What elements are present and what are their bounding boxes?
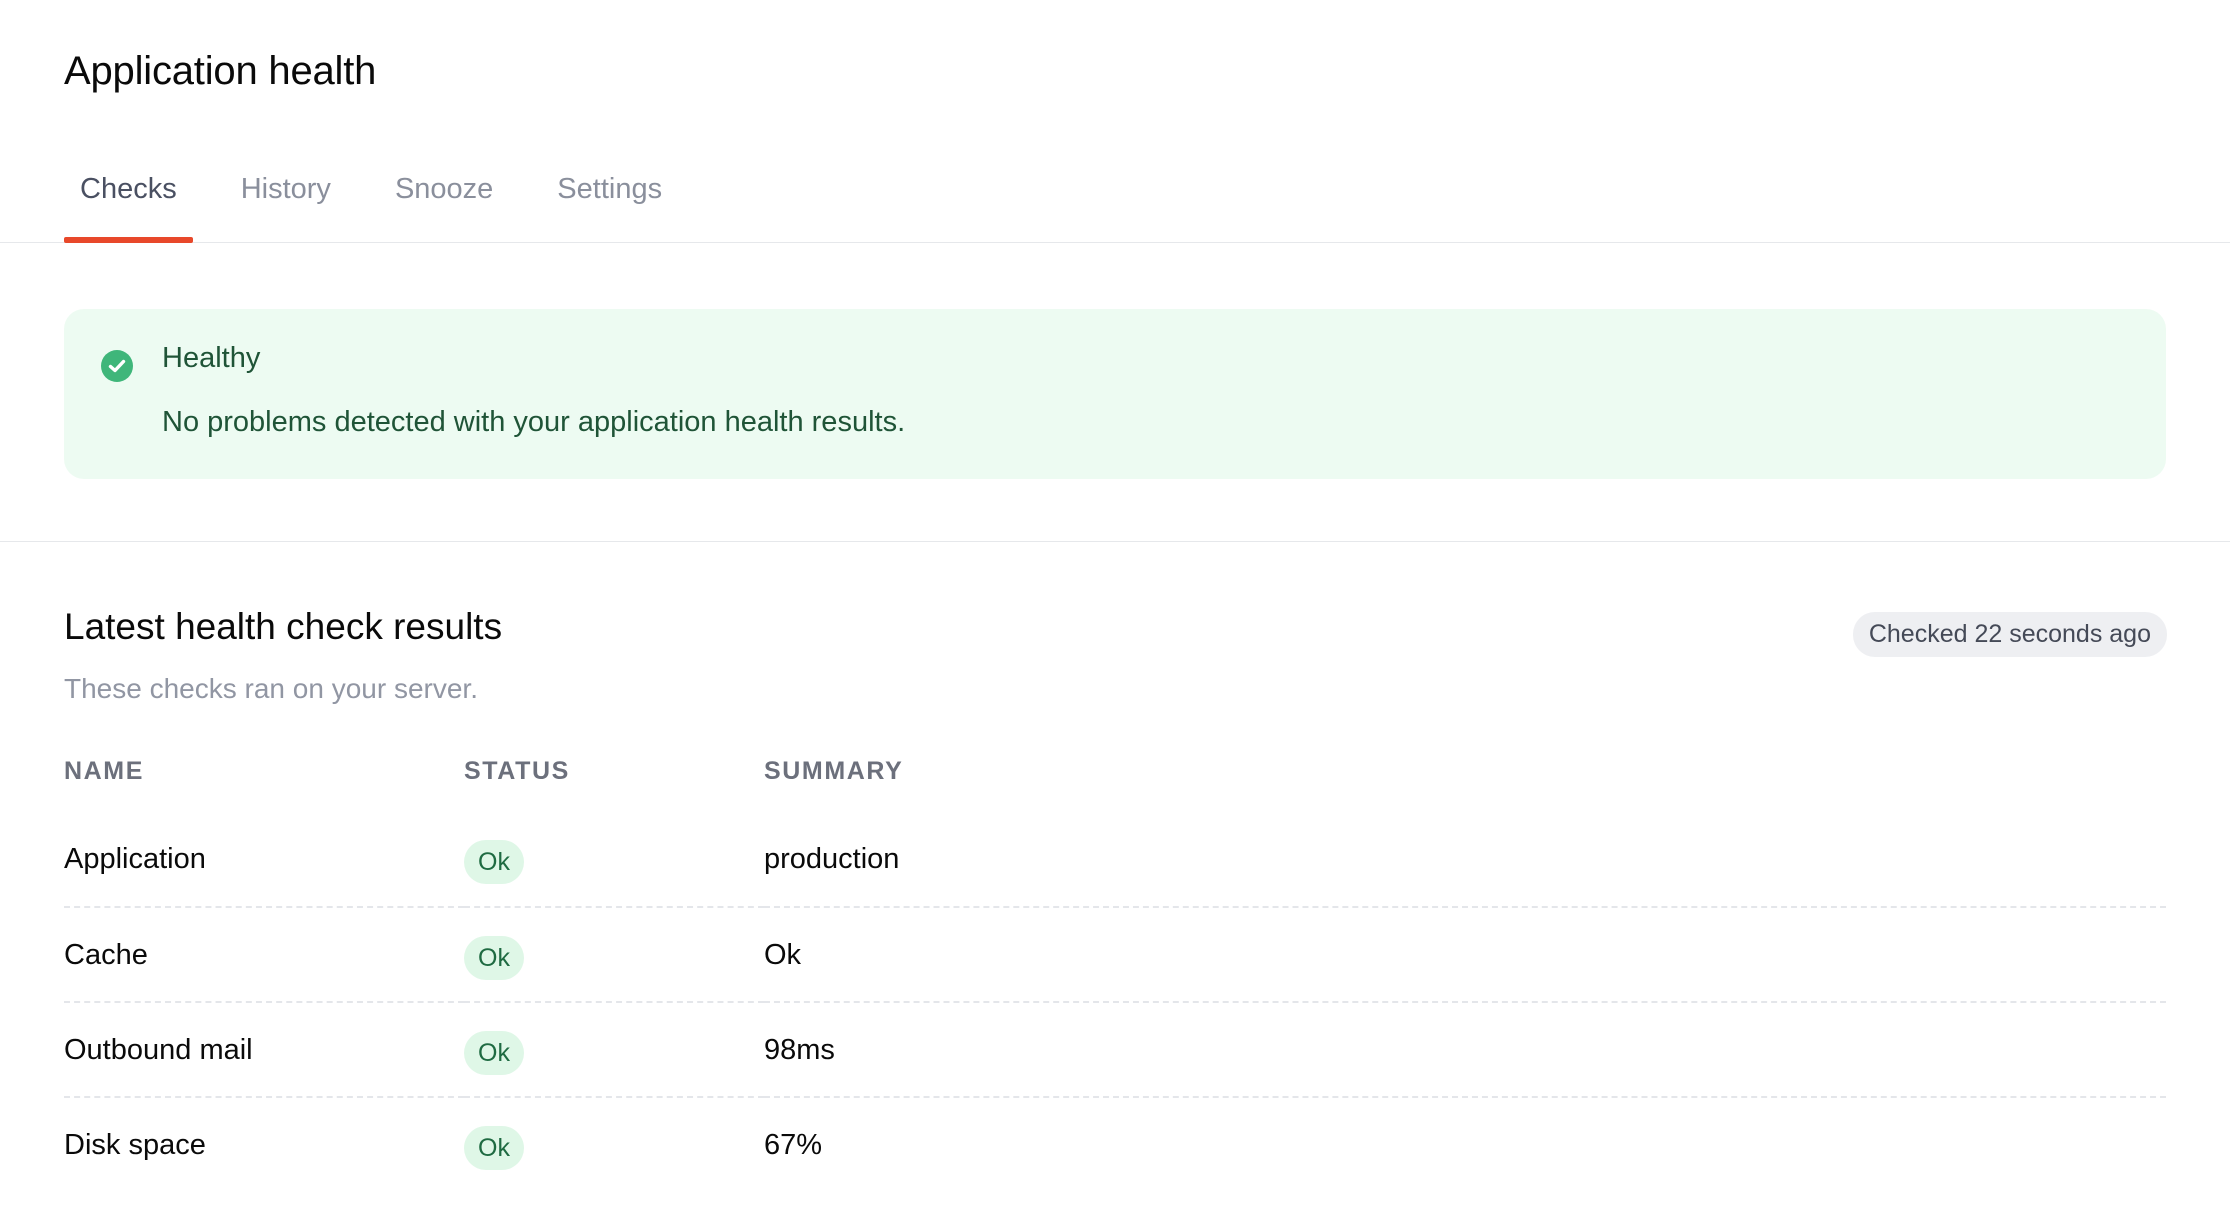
results-subtitle: These checks ran on your server. [64,673,478,704]
alert-message: No problems detected with your applicati… [162,406,906,438]
check-status-cell: Ok [464,1002,764,1098]
tab-settings[interactable]: Settings [541,172,678,242]
column-header-status: STATUS [464,757,570,785]
page-header: Application health [0,0,2230,94]
table-row: Cache Ok Ok [64,907,2166,1003]
results-section: Latest health check results These checks… [0,542,2230,1192]
check-name: Outbound mail [64,1002,464,1098]
tabs-bar: Checks History Snooze Settings [0,142,2230,243]
column-header-name: NAME [64,757,145,785]
column-header-summary: SUMMARY [764,757,904,785]
check-summary: 67% [764,1129,823,1161]
status-badge: Ok [464,1030,524,1075]
tab-history[interactable]: History [225,172,347,242]
check-summary: production [764,812,2166,908]
status-section: Healthy No problems detected with your a… [0,243,2230,542]
check-summary: 98ms [764,1002,2166,1098]
alert-title: Healthy [162,342,261,374]
results-title: Latest health check results [64,606,503,647]
alert-body: Healthy No problems detected with your a… [162,341,905,439]
status-badge: Ok [464,840,524,884]
health-alert: Healthy No problems detected with your a… [64,309,2166,479]
tab-checks[interactable]: Checks [64,172,193,243]
check-name: Application [64,812,464,908]
table-row: Disk space Ok 67% [64,1097,2166,1192]
table-row: Outbound mail Ok 98ms [64,1002,2166,1098]
tab-snooze[interactable]: Snooze [379,172,509,242]
page: Application health Checks History Snooze… [0,0,2230,1212]
tab-list: Checks History Snooze Settings [0,142,2230,243]
page-title: Application health [64,49,377,93]
status-badge: Ok [464,935,524,980]
table-header-row: NAME STATUS SUMMARY [64,756,2166,812]
table-row: Application Ok production [64,812,2166,908]
check-circle-icon [101,350,133,382]
results-table: NAME STATUS SUMMARY Application Ok produ… [64,756,2166,1192]
status-badge: Ok [464,1126,524,1170]
check-status-cell: Ok [464,907,764,1003]
check-name: Cache [64,907,464,1003]
check-status-cell: Ok [464,1097,764,1192]
check-status-cell: Ok [464,812,764,908]
last-checked-badge: Checked 22 seconds ago [1852,612,2167,657]
check-name: Disk space [64,1129,206,1161]
check-summary: Ok [764,907,2166,1003]
